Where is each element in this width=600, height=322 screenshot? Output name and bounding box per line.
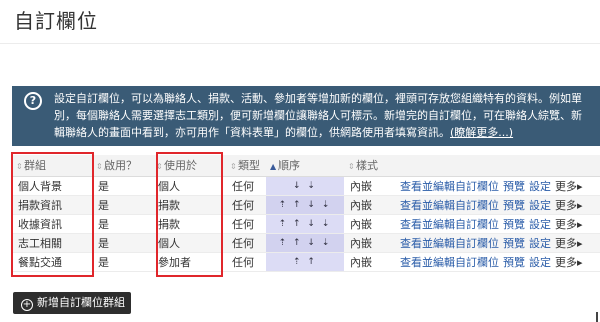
cell-type: 任何 — [226, 252, 266, 272]
table-row: 個人背景 是 個人 任何 ↓ ⇣ 內嵌 查看並編輯自訂欄位 預覽 設定 更多▸ — [12, 176, 600, 196]
header-order[interactable]: ▲ 順序 — [266, 155, 344, 177]
preview-link[interactable]: 預覽 — [503, 256, 525, 269]
table-header-row: ⇕群組 ⇕啟用？ ⇕使用於 ⇕類型 ▲ 順序 ⇕樣式 — [12, 155, 600, 177]
cell-style: 內嵌 — [344, 176, 394, 196]
order-arrows[interactable]: ⇡ ↑ ↓ ⇣ — [266, 195, 344, 215]
cell-actions: 查看並編輯自訂欄位 預覽 設定 更多▸ — [394, 252, 600, 272]
more-menu[interactable]: 更多▸ — [555, 199, 583, 212]
cell-style: 內嵌 — [344, 252, 394, 272]
caret-right-icon: ▸ — [577, 198, 583, 212]
sort-ascending-icon: ▲ — [270, 162, 277, 172]
title-bar: 自訂欄位 — [0, 0, 600, 44]
add-custom-field-group-button[interactable]: + 新增自訂欄位群組 — [13, 292, 131, 314]
more-menu[interactable]: 更多▸ — [555, 180, 583, 193]
cell-actions: 查看並編輯自訂欄位 預覽 設定 更多▸ — [394, 214, 600, 234]
settings-link[interactable]: 設定 — [529, 199, 551, 212]
view-edit-link[interactable]: 查看並編輯自訂欄位 — [400, 218, 499, 231]
page-title: 自訂欄位 — [14, 9, 98, 33]
cell-enabled: 是 — [92, 195, 152, 215]
more-label: 更多 — [555, 217, 577, 231]
preview-link[interactable]: 預覽 — [503, 180, 525, 193]
cell-type: 任何 — [226, 233, 266, 253]
cell-actions: 查看並編輯自訂欄位 預覽 設定 更多▸ — [394, 233, 600, 253]
plus-circle-icon: + — [21, 299, 33, 311]
question-circle-icon: ? — [24, 92, 42, 110]
table-row: 志工相關 是 個人 任何 ⇡ ↑ ↓ ⇣ 內嵌 查看並編輯自訂欄位 預覽 設定 更多▸ — [12, 233, 600, 253]
cell-style: 內嵌 — [344, 195, 394, 215]
settings-link[interactable]: 設定 — [529, 180, 551, 193]
order-arrows[interactable]: ⇡ ↑ ↓ ⇣ — [266, 214, 344, 234]
header-enabled[interactable]: ⇕啟用？ — [92, 155, 152, 177]
more-label: 更多 — [555, 236, 577, 250]
settings-link[interactable]: 設定 — [529, 256, 551, 269]
caret-right-icon: ▸ — [577, 179, 583, 193]
cell-style: 內嵌 — [344, 233, 394, 253]
cell-actions: 查看並編輯自訂欄位 預覽 設定 更多▸ — [394, 195, 600, 215]
highlight-box-used-for-column — [156, 152, 223, 277]
sort-icon: ⇕ — [348, 162, 355, 172]
preview-link[interactable]: 預覽 — [503, 237, 525, 250]
cell-enabled: 是 — [92, 233, 152, 253]
header-order-label: 順序 — [278, 159, 300, 173]
custom-field-groups-table: ⇕群組 ⇕啟用？ ⇕使用於 ⇕類型 ▲ 順序 ⇕樣式 個人背景 是 個人 任何 ↓… — [12, 155, 600, 272]
settings-link[interactable]: 設定 — [529, 237, 551, 250]
cell-enabled: 是 — [92, 252, 152, 272]
more-menu[interactable]: 更多▸ — [555, 256, 583, 269]
order-arrows[interactable]: ↓ ⇣ — [266, 176, 344, 196]
table-row: 餐點交通 是 參加者 任何 ⇡ ↑ 內嵌 查看並編輯自訂欄位 預覽 設定 更多▸ — [12, 252, 600, 272]
preview-link[interactable]: 預覽 — [503, 218, 525, 231]
cell-type: 任何 — [226, 176, 266, 196]
table-row: 捐款資訊 是 捐款 任何 ⇡ ↑ ↓ ⇣ 內嵌 查看並編輯自訂欄位 預覽 設定 更多▸ — [12, 195, 600, 215]
order-arrows[interactable]: ⇡ ↑ ↓ ⇣ — [266, 233, 344, 253]
info-text: 設定自訂欄位，可以為聯絡人、捐款、活動、參加者等增加新的欄位，裡頭可存放您組織特… — [54, 90, 600, 141]
info-line-3: 輯聯絡人的畫面中看到，亦可用作「資料表單」的欄位，供網路使用者填寫資訊。(瞭解更… — [54, 124, 600, 141]
more-menu[interactable]: 更多▸ — [555, 218, 583, 231]
view-edit-link[interactable]: 查看並編輯自訂欄位 — [400, 256, 499, 269]
header-type[interactable]: ⇕類型 — [226, 155, 266, 177]
info-line-1: 設定自訂欄位，可以為聯絡人、捐款、活動、參加者等增加新的欄位，裡頭可存放您組織特… — [54, 92, 582, 105]
highlight-box-group-column — [11, 152, 94, 277]
more-label: 更多 — [555, 198, 577, 212]
cell-type: 任何 — [226, 195, 266, 215]
add-button-label: 新增自訂欄位群組 — [37, 296, 125, 309]
more-label: 更多 — [555, 255, 577, 269]
caret-right-icon: ▸ — [577, 255, 583, 269]
cell-style: 內嵌 — [344, 214, 394, 234]
view-edit-link[interactable]: 查看並編輯自訂欄位 — [400, 237, 499, 250]
sort-icon: ⇕ — [230, 162, 237, 172]
header-actions — [394, 155, 600, 177]
more-label: 更多 — [555, 179, 577, 193]
cell-actions: 查看並編輯自訂欄位 預覽 設定 更多▸ — [394, 176, 600, 196]
scrollbar-marker — [596, 312, 598, 322]
settings-link[interactable]: 設定 — [529, 218, 551, 231]
info-banner: ? 設定自訂欄位，可以為聯絡人、捐款、活動、參加者等增加新的欄位，裡頭可存放您組… — [12, 86, 600, 146]
info-line-2: 別，每個聯絡人需要選擇志工類別，便可新增欄位讓聯絡人可標示。新增完的自訂欄位，可… — [54, 109, 582, 122]
header-style[interactable]: ⇕樣式 — [344, 155, 394, 177]
header-style-label: 樣式 — [356, 159, 378, 173]
table-row: 收據資訊 是 捐款 任何 ⇡ ↑ ↓ ⇣ 內嵌 查看並編輯自訂欄位 預覽 設定 更多▸ — [12, 214, 600, 234]
caret-right-icon: ▸ — [577, 217, 583, 231]
cell-type: 任何 — [226, 214, 266, 234]
header-enabled-label: 啟用？ — [104, 159, 137, 173]
info-line-3-text: 輯聯絡人的畫面中看到，亦可用作「資料表單」的欄位，供網路使用者填寫資訊。 — [54, 126, 450, 139]
sort-icon: ⇕ — [96, 162, 103, 172]
header-type-label: 類型 — [238, 159, 260, 173]
more-menu[interactable]: 更多▸ — [555, 237, 583, 250]
learn-more-link[interactable]: (瞭解更多...) — [450, 126, 513, 139]
caret-right-icon: ▸ — [577, 236, 583, 250]
cell-enabled: 是 — [92, 176, 152, 196]
cell-enabled: 是 — [92, 214, 152, 234]
view-edit-link[interactable]: 查看並編輯自訂欄位 — [400, 199, 499, 212]
view-edit-link[interactable]: 查看並編輯自訂欄位 — [400, 180, 499, 193]
order-arrows[interactable]: ⇡ ↑ — [266, 252, 344, 272]
preview-link[interactable]: 預覽 — [503, 199, 525, 212]
